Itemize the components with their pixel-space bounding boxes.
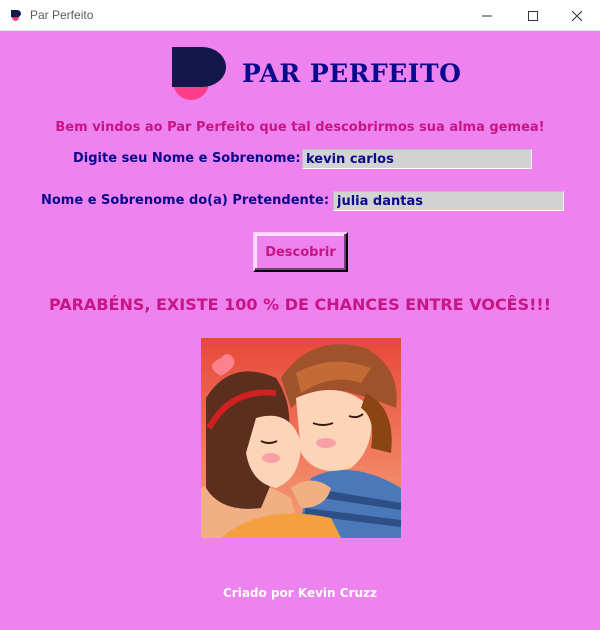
window-title: Par Perfeito xyxy=(30,8,94,22)
app-title: PAR PERFEITO xyxy=(242,59,462,88)
couple-kiss-illustration xyxy=(201,338,401,538)
result-message: PARABÉNS, EXISTE 100 % DE CHANCES ENTRE … xyxy=(48,295,552,314)
app-window: Par Perfeito PAR PERFEITO Bem vindos ao … xyxy=(0,0,600,630)
close-button[interactable] xyxy=(554,0,600,31)
partner-name-label: Nome e Sobrenome do(a) Pretendente: xyxy=(41,193,330,208)
close-icon xyxy=(572,10,582,21)
discover-button[interactable]: Descobrir xyxy=(253,232,348,272)
title-bar[interactable]: Par Perfeito xyxy=(0,0,600,31)
pinkish-P-logo-icon xyxy=(172,47,226,100)
name-label: Digite seu Nome e Sobrenome: xyxy=(73,151,301,166)
maximize-icon xyxy=(528,10,538,21)
main-panel: PAR PERFEITO Bem vindos ao Par Perfeito … xyxy=(0,31,600,630)
welcome-message: Bem vindos ao Par Perfeito que tal desco… xyxy=(55,120,545,135)
minimize-icon xyxy=(482,15,492,16)
minimize-button[interactable] xyxy=(464,0,510,31)
footer-credit: Criado por Kevin Cruzz xyxy=(223,586,377,600)
name-input[interactable] xyxy=(302,149,532,169)
maximize-button[interactable] xyxy=(510,0,556,31)
partner-name-input[interactable] xyxy=(333,191,564,211)
app-logo-icon xyxy=(11,10,21,21)
